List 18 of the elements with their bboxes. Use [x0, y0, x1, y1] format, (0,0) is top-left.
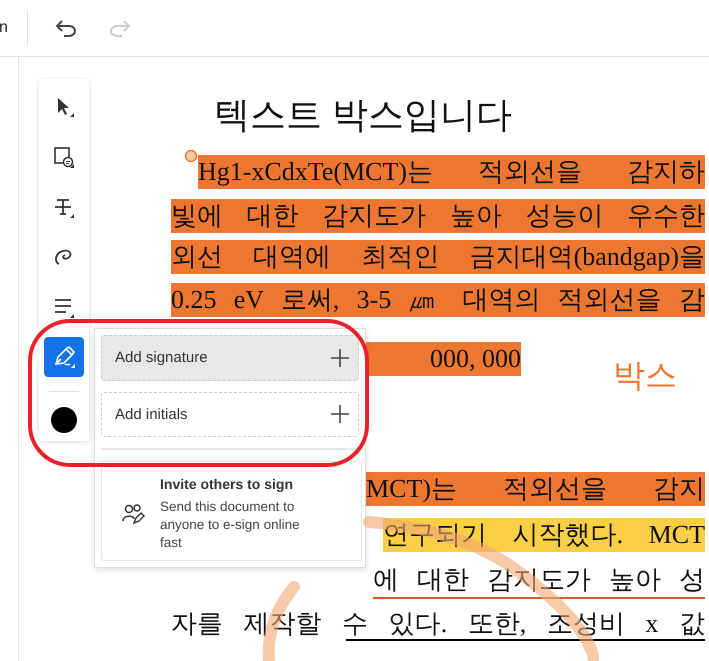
plus-icon — [330, 348, 350, 368]
color-swatch[interactable] — [51, 407, 77, 433]
pen-icon — [52, 345, 76, 369]
invite-title: Invite others to sign — [160, 476, 294, 492]
sign-tool-button[interactable] — [44, 337, 84, 377]
document-text-line: 자를 제작할 수 있다. 또한, 조성비 x 값 — [171, 607, 705, 641]
document-text-line: 에 대한 감지도가 높아 성 — [373, 563, 705, 599]
text-box-icon — [52, 145, 76, 169]
invite-description: Send this document to anyone to e-sign online fast — [160, 498, 301, 552]
comment-marker-icon[interactable] — [184, 149, 198, 163]
sign-menu-item[interactable]: Add initials — [101, 392, 359, 438]
document-title: 텍스트 박스입니다 — [214, 93, 512, 137]
menu-label[interactable]: n — [0, 19, 17, 37]
document-heading: 박스 — [613, 356, 677, 395]
sign-menu-item[interactable]: Add signature — [101, 335, 359, 381]
plus-icon — [330, 404, 350, 424]
people-icon — [122, 502, 146, 525]
invite-card[interactable]: Invite others to sign Send this document to anyone to e-sign online fast — [101, 460, 362, 561]
